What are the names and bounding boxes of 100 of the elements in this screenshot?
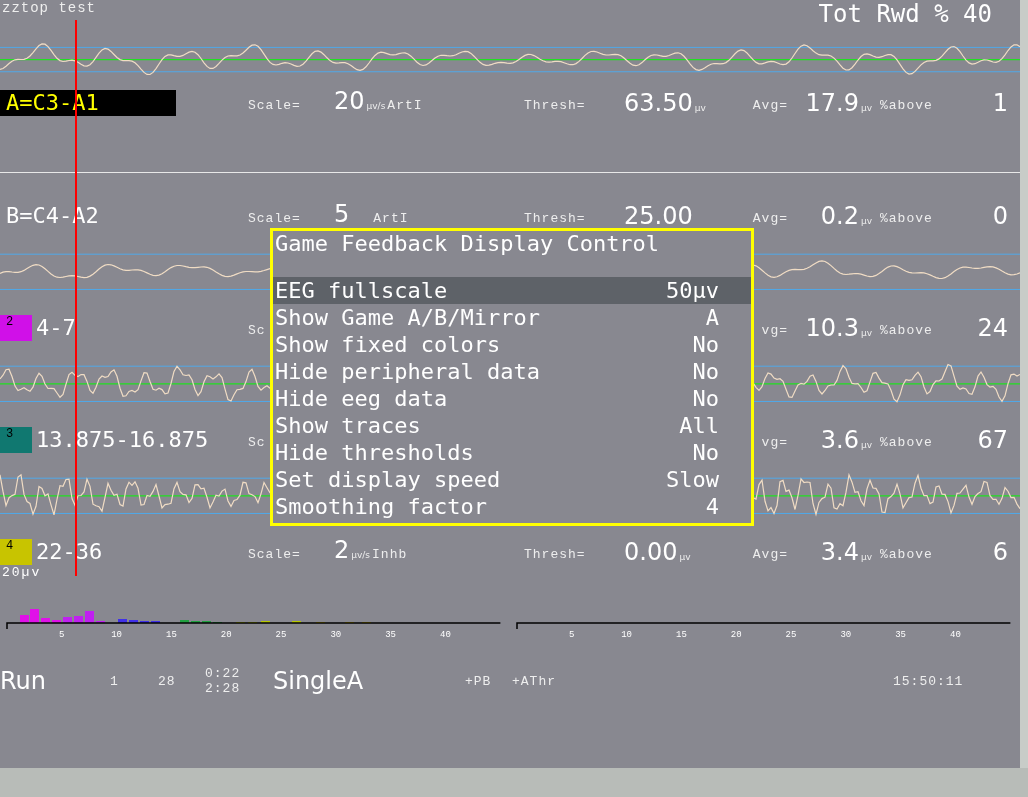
menu-item-value: 4	[705, 494, 719, 519]
avg-label-text: Avg=	[752, 547, 788, 564]
menu-item[interactable]: Show Game A/B/Mirror A	[273, 304, 751, 331]
menu-item-value: No	[692, 440, 719, 465]
axis-tick-label: 20	[730, 630, 742, 639]
thresh-text: 63.50	[624, 90, 693, 116]
reward-readout: Tot Rwd % 40	[818, 0, 993, 28]
unit-text: µv/s	[351, 550, 371, 560]
unit-text: µv	[694, 103, 706, 113]
count-text: 1	[110, 673, 120, 689]
axis-tick-label: 40	[440, 630, 451, 639]
menu-item-value: All	[679, 413, 719, 438]
channel-name[interactable]: 4-7	[36, 315, 76, 341]
channel-color-box: 4	[0, 539, 32, 565]
menu-item[interactable]: Set display speed Slow	[273, 466, 751, 493]
above-label-text: %above	[880, 435, 933, 452]
clock-text: 15:50:11	[893, 673, 965, 689]
menu-item-value: No	[692, 386, 719, 411]
avg-text: 10.3	[805, 315, 859, 341]
scrollbar[interactable]	[1020, 0, 1028, 768]
count-text: 28	[158, 673, 177, 689]
scale-label-text: Scale=	[248, 547, 301, 564]
axis-tick-label: 35	[895, 630, 906, 639]
menu-item-value: No	[692, 332, 719, 357]
axis-tick-label: 25	[785, 630, 797, 639]
menu-item[interactable]: Show traces All	[273, 412, 751, 439]
menu-item-label: Show fixed colors	[275, 332, 501, 357]
scale-value: 2	[333, 537, 350, 563]
avg-label-text: vg=	[761, 435, 788, 452]
mode-text: ArtI	[372, 211, 409, 228]
avg-label-text: Avg=	[752, 211, 788, 228]
above-text: 1	[992, 90, 1008, 116]
mode-text: Inhb	[372, 547, 408, 564]
menu-item[interactable]: Show fixed colors No	[273, 331, 751, 358]
menu-item-value: No	[692, 359, 719, 384]
above-label-text: %above	[880, 211, 933, 228]
total-time: 2:28	[205, 681, 242, 696]
menu-item-label: Hide eeg data	[275, 386, 448, 411]
flag-text: +PB	[465, 673, 493, 689]
above-label-text: %above	[880, 323, 933, 340]
menu-item-label: Show traces	[275, 413, 421, 438]
unit-text: µv	[860, 440, 872, 450]
scale-label-text: Scale=	[248, 98, 301, 115]
axis-tick-label: 35	[385, 630, 396, 639]
unit-text: µv	[860, 328, 872, 338]
menu-item[interactable]: Hide eeg data No	[273, 385, 751, 412]
session-title: zztop test	[1, 0, 96, 16]
run-state: Run	[0, 668, 48, 694]
menu-item-label: Smoothing factor	[275, 494, 487, 519]
menu-item-value: A	[705, 305, 719, 330]
menu-item[interactable]: Smoothing factor 4	[273, 493, 751, 520]
scale-value: 5	[333, 201, 350, 227]
above-text: 6	[992, 539, 1008, 565]
flag-text: +AThr	[512, 673, 557, 689]
menu-item-value: Slow	[666, 467, 719, 492]
axis-tick-label: 15	[676, 630, 687, 639]
axis-tick-label: 20	[220, 630, 232, 639]
avg-text: 17.9	[805, 90, 859, 116]
avg-label-text: vg=	[761, 323, 788, 340]
menu-item[interactable]: Hide peripheral data No	[273, 358, 751, 385]
unit-text: µv	[860, 103, 872, 113]
above-label-text: %above	[880, 98, 933, 115]
menu-item-label: Set display speed	[275, 467, 501, 492]
thresh-label-text: Thresh=	[524, 547, 586, 564]
scale-label-text: Sc	[248, 323, 266, 340]
menu-item-label: Hide thresholds	[275, 440, 474, 465]
thresh-text: 25.00	[624, 203, 693, 229]
axis-tick-label: 30	[330, 630, 342, 639]
thresh-text: 0.00	[624, 539, 678, 565]
scale-label-text: Scale=	[248, 211, 301, 228]
menu-item[interactable]: EEG fullscale 50µv	[273, 277, 751, 304]
mode-text: ArtI	[387, 98, 423, 115]
unit-text: µv	[679, 552, 691, 562]
axis-tick-label: 5	[59, 630, 65, 639]
avg-label-text: Avg=	[752, 98, 788, 115]
menu-item-label: Hide peripheral data	[275, 359, 540, 384]
avg-text: 3.4	[820, 539, 859, 565]
axis-tick-label: 10	[621, 630, 632, 639]
axis-tick-label: 15	[166, 630, 177, 639]
axis-tick-label: 30	[840, 630, 852, 639]
menu-item[interactable]: Hide thresholds No	[273, 439, 751, 466]
unit-text: µv/s	[366, 101, 386, 111]
menu-item-label: EEG fullscale	[275, 278, 448, 303]
axis-tick-label: 10	[111, 630, 122, 639]
scale-note: 20µv	[1, 565, 43, 582]
elapsed-time: 0:22	[205, 666, 242, 681]
avg-text: 3.6	[820, 427, 859, 453]
channel-color-box: 3	[0, 427, 32, 453]
thresh-label-text: Thresh=	[524, 211, 586, 228]
above-text: 67	[977, 427, 1008, 453]
axis-tick-label: 40	[950, 630, 961, 639]
above-label-text: %above	[880, 547, 933, 564]
dialog-title: Game Feedback Display Control	[274, 231, 661, 258]
above-text: 24	[977, 315, 1008, 341]
channel-color-box: 2	[0, 315, 32, 341]
menu-item-value: 50µv	[666, 278, 719, 303]
axis-tick-label: 25	[275, 630, 287, 639]
unit-text: µv	[860, 216, 872, 226]
avg-text: 0.2	[820, 203, 859, 229]
thresh-label-text: Thresh=	[524, 98, 586, 115]
